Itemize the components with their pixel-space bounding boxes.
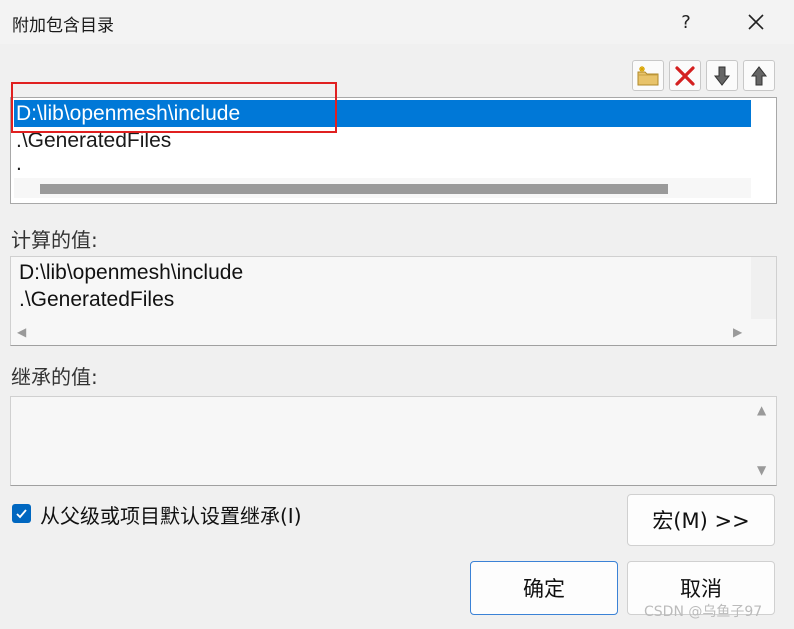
watermark: CSDN @乌鱼子97: [644, 604, 763, 620]
scroll-right-icon[interactable]: ▶: [733, 325, 742, 339]
inherit-checkbox[interactable]: [12, 504, 31, 523]
inherit-checkbox-label[interactable]: 从父级或项目默认设置继承(I): [40, 500, 302, 529]
computed-values-label: 计算的值:: [11, 228, 98, 252]
move-up-icon: [750, 65, 768, 85]
scroll-down-icon[interactable]: ▼: [757, 463, 766, 477]
new-folder-icon: [637, 65, 659, 85]
checkmark-icon: [16, 509, 27, 519]
inherited-vertical-scrollbar[interactable]: ▲ ▼: [751, 397, 776, 485]
list-item[interactable]: .\GeneratedFiles: [14, 127, 751, 154]
inherited-values-box: ▲ ▼: [10, 396, 777, 486]
computed-values-box: D:\lib\openmesh\include .\GeneratedFiles…: [10, 256, 777, 346]
macro-button[interactable]: 宏(M) >>: [627, 494, 775, 546]
delete-icon: [675, 65, 695, 86]
move-down-button[interactable]: [706, 60, 738, 91]
help-button[interactable]: ?: [664, 6, 708, 38]
horizontal-scrollbar[interactable]: [14, 178, 751, 198]
ok-button[interactable]: 确定: [470, 561, 618, 615]
close-icon: [748, 14, 764, 30]
window-title: 附加包含目录: [12, 16, 114, 36]
delete-line-button[interactable]: [669, 60, 701, 91]
scrollbar-thumb[interactable]: [40, 184, 668, 194]
move-up-button[interactable]: [743, 60, 775, 91]
computed-vertical-scrollbar[interactable]: [751, 257, 776, 319]
list-item[interactable]: .: [14, 153, 751, 175]
move-down-icon: [713, 66, 731, 86]
inherited-values-label: 继承的值:: [11, 365, 98, 389]
new-line-button[interactable]: [632, 60, 664, 91]
close-button[interactable]: [734, 6, 778, 38]
scroll-left-icon[interactable]: ◀: [17, 325, 26, 339]
title-bar: 附加包含目录 ?: [0, 0, 794, 44]
directory-list[interactable]: D:\lib\openmesh\include .\GeneratedFiles…: [10, 97, 777, 204]
computed-horizontal-scrollbar[interactable]: ◀ ▶: [11, 319, 751, 345]
list-item[interactable]: D:\lib\openmesh\include: [14, 100, 751, 127]
computed-value-line: .\GeneratedFiles: [19, 288, 175, 311]
computed-value-line: D:\lib\openmesh\include: [19, 261, 244, 284]
scroll-up-icon[interactable]: ▲: [757, 403, 766, 417]
